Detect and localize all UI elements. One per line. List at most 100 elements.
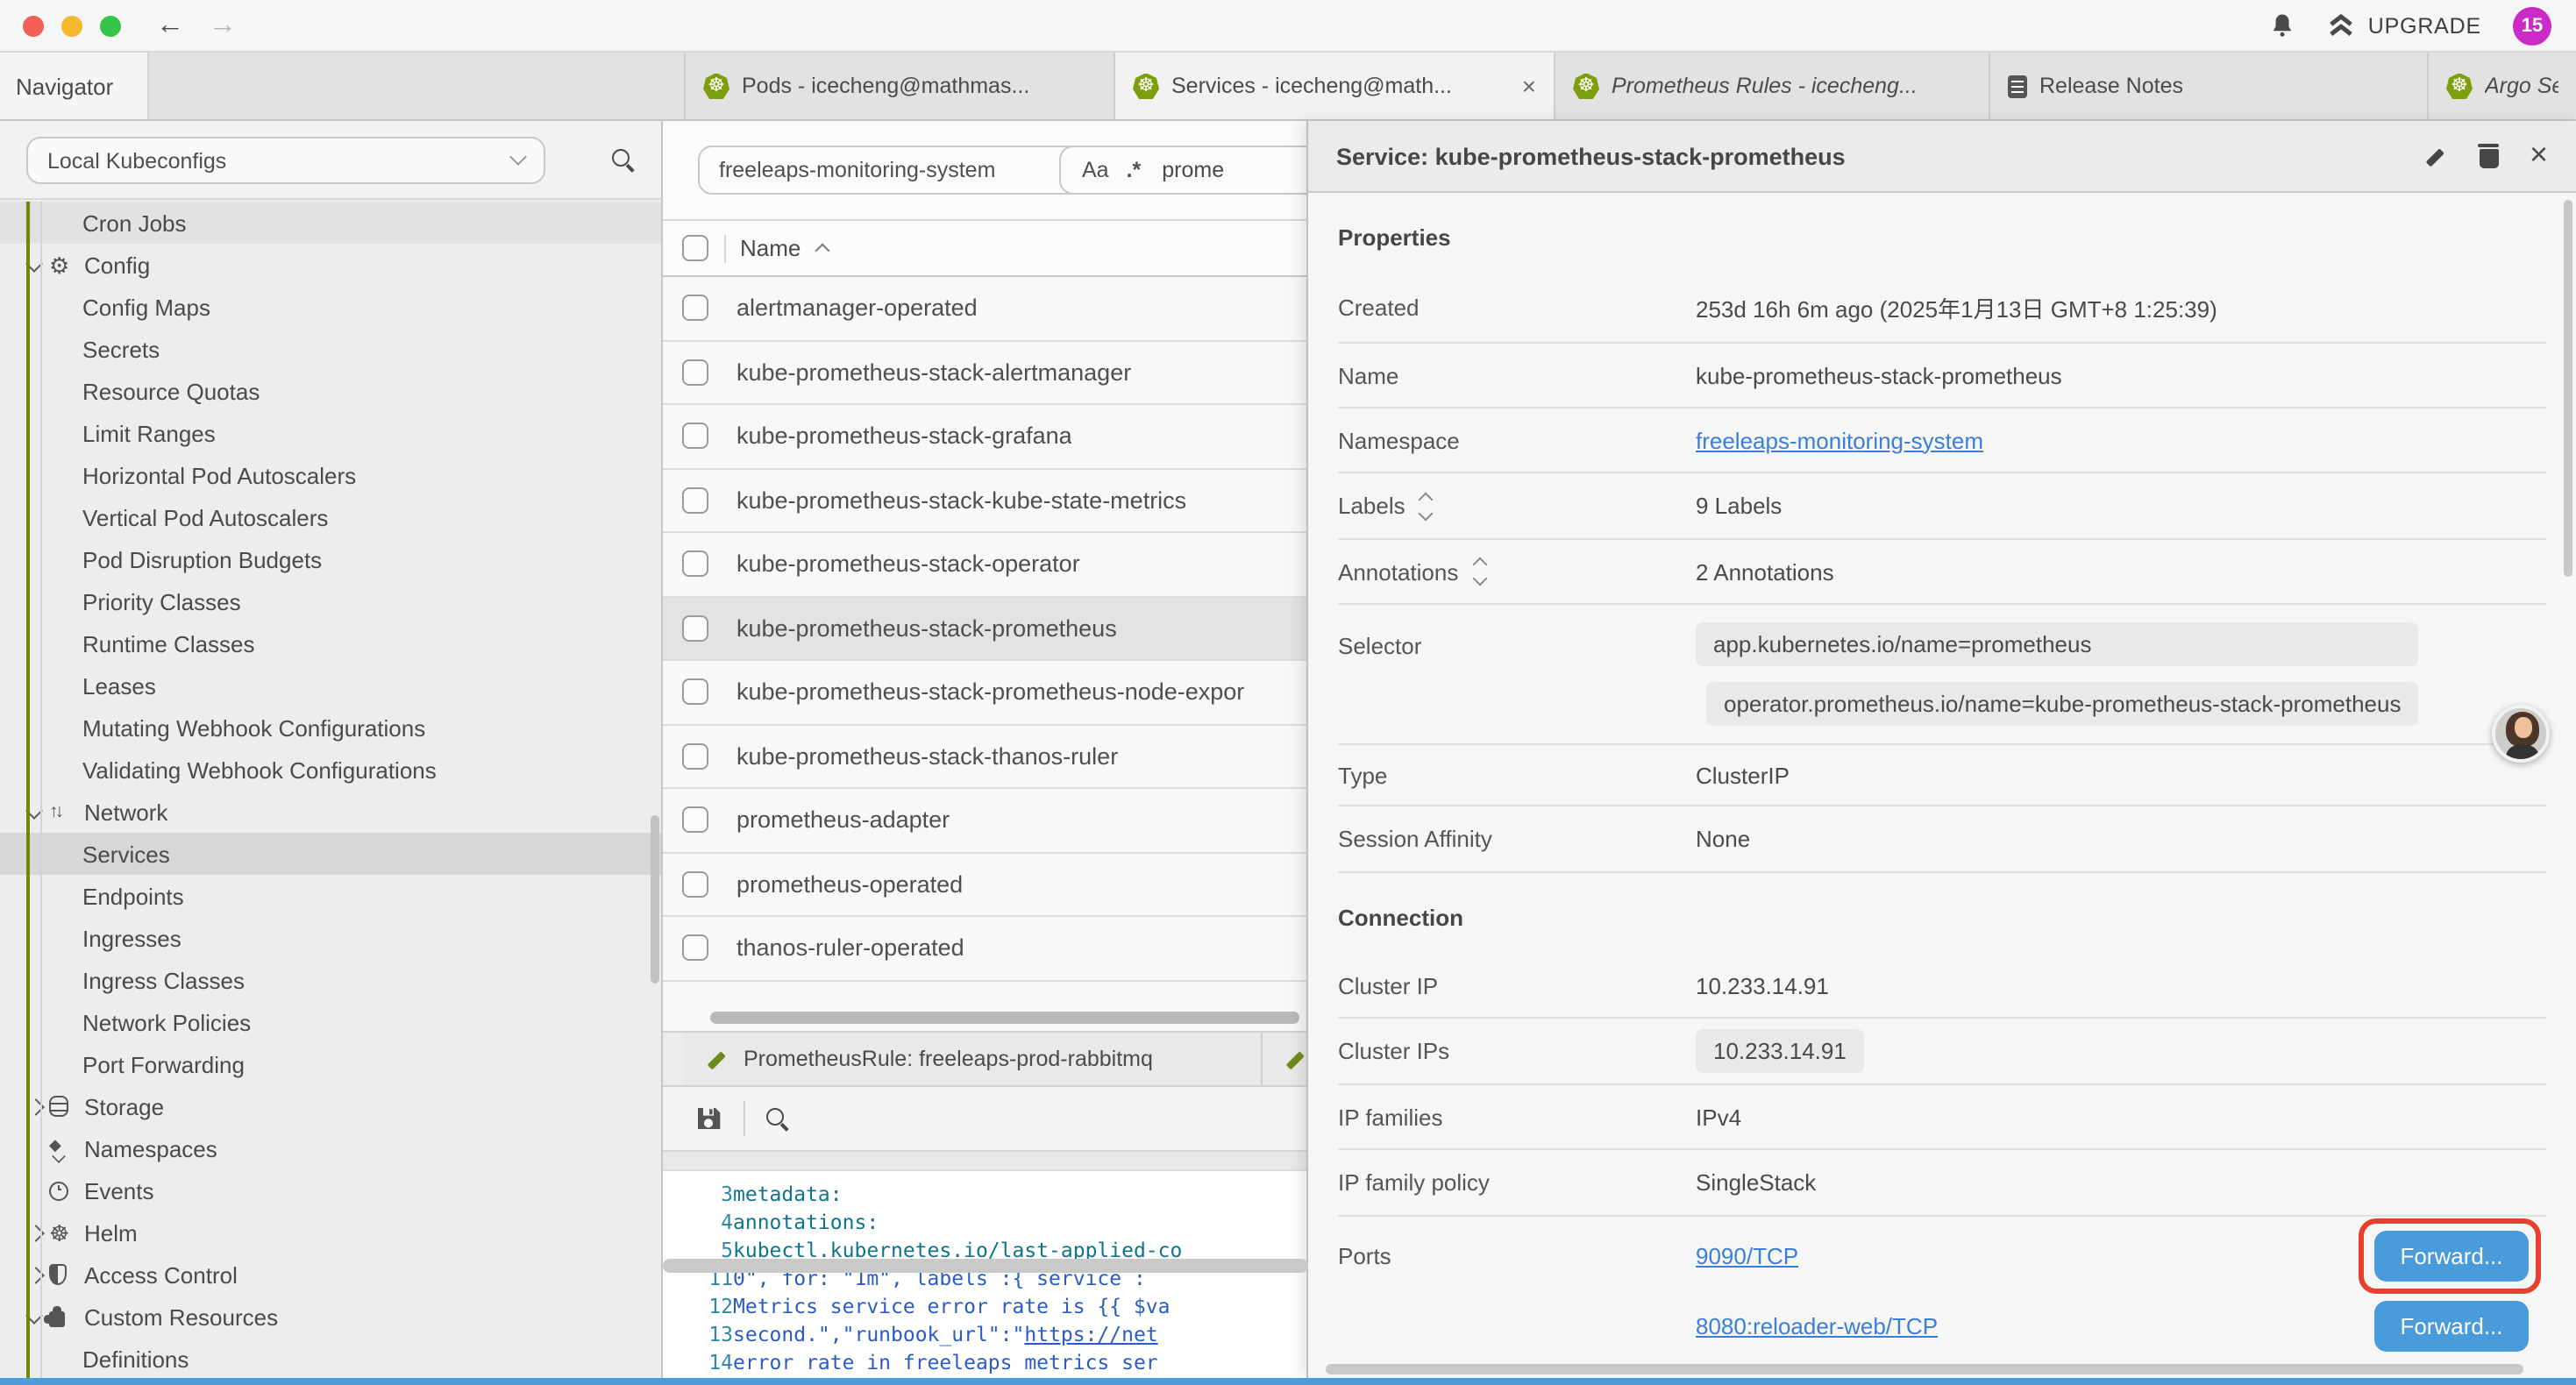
row-checkbox[interactable] [682,935,708,962]
notifications-bell-icon[interactable] [2270,12,2296,39]
row-checkbox[interactable] [682,743,708,770]
table-row[interactable]: prometheus-operated [663,853,1308,917]
sidebar-item[interactable]: Access Control [0,1254,661,1296]
sidebar-search-icon[interactable] [612,149,635,172]
table-horizontal-scrollbar[interactable] [710,1012,1299,1024]
row-checkbox[interactable] [682,551,708,578]
sidebar-item[interactable]: Port Forwarding [0,1043,661,1085]
tree-chevron-icon[interactable] [25,1266,49,1283]
editor-tab[interactable]: PrometheusRule: freeleaps-prod-rabbitmq [684,1033,1263,1085]
sidebar-item[interactable]: Resource Quotas [0,370,661,412]
edit-icon[interactable] [2424,144,2449,168]
window-close-button[interactable] [23,15,44,36]
forward-button[interactable]: → [209,11,237,39]
row-checkbox[interactable] [682,615,708,642]
tab[interactable]: Argo Se [2429,53,2576,119]
sidebar-item[interactable]: Ingress Classes [0,959,661,1001]
tree-chevron-icon[interactable] [25,256,49,273]
table-row[interactable]: kube-prometheus-stack-operator [663,533,1308,597]
table-row[interactable]: kube-prometheus-stack-kube-state-metrics [663,469,1308,533]
sidebar-item[interactable]: Vertical Pod Autoscalers [0,496,661,538]
sidebar-item[interactable]: Mutating Webhook Configurations [0,707,661,749]
table-row[interactable]: prometheus-adapter [663,789,1308,853]
sidebar-item[interactable]: Secrets [0,328,661,370]
sidebar-item[interactable]: Definitions [0,1338,661,1378]
row-checkbox[interactable] [682,423,708,450]
expand-collapse-icon[interactable] [1474,559,1484,584]
table-row[interactable]: thanos-ruler-operated [663,917,1308,981]
sidebar-item[interactable]: Config Maps [0,286,661,328]
sidebar-item[interactable]: Leases [0,664,661,707]
sidebar-item[interactable]: Horizontal Pod Autoscalers [0,454,661,496]
save-icon[interactable] [694,1104,722,1133]
sidebar-item[interactable]: Priority Classes [0,580,661,622]
sidebar-item[interactable]: Namespaces [0,1127,661,1169]
drawer-horizontal-scrollbar[interactable] [1326,1364,2523,1374]
tab-close-icon[interactable] [1522,72,1536,100]
editor-tab[interactable]: C [1263,1033,1308,1085]
sidebar-item[interactable]: Helm [0,1211,661,1254]
port-link[interactable]: 8080:reloader-web/TCP [1696,1312,1938,1339]
sidebar-item[interactable]: Endpoints [0,875,661,917]
forward-button[interactable]: Forward... [2374,1230,2529,1281]
column-header-name[interactable]: Name [740,235,827,261]
table-row[interactable]: kube-prometheus-stack-prometheus [663,597,1308,661]
sidebar-item[interactable]: Pod Disruption Budgets [0,538,661,580]
row-checkbox[interactable] [682,487,708,514]
tree-chevron-icon[interactable] [25,1224,49,1241]
sidebar-item[interactable]: Storage [0,1085,661,1127]
tree-chevron-icon[interactable] [25,1097,49,1115]
sidebar-item[interactable]: Ingresses [0,917,661,959]
table-row[interactable]: kube-prometheus-stack-thanos-ruler [663,725,1308,789]
tab[interactable]: Prometheus Rules - icecheng... [1555,53,1990,119]
sidebar-item[interactable]: Network [0,791,661,833]
select-all-checkbox[interactable] [682,235,708,261]
upgrade-button[interactable]: UPGRADE [2328,12,2481,39]
row-checkbox[interactable] [682,679,708,706]
sidebar-item[interactable]: Runtime Classes [0,622,661,664]
namespace-selector[interactable]: freeleaps-monitoring-system [698,146,1115,195]
sidebar-item[interactable]: Custom Resources [0,1296,661,1338]
code-link[interactable]: https://net [1024,1322,1157,1346]
sidebar-item[interactable]: Config [0,244,661,286]
assistant-avatar[interactable] [2492,705,2550,763]
port-link[interactable]: 9090/TCP [1696,1242,1798,1268]
window-minimize-button[interactable] [61,15,82,36]
tab[interactable]: Release Notes [1990,53,2429,119]
table-row[interactable]: alertmanager-operated [663,277,1308,341]
row-checkbox[interactable] [682,871,708,898]
expand-collapse-icon[interactable] [1421,494,1432,518]
table-row[interactable]: kube-prometheus-stack-alertmanager [663,341,1308,405]
sidebar-item[interactable]: Limit Ranges [0,412,661,454]
sidebar-item[interactable]: Network Policies [0,1001,661,1043]
regex-toggle[interactable]: .* [1127,158,1142,182]
editor-horizontal-scrollbar[interactable] [663,1259,1308,1273]
filter-input[interactable] [1158,156,1263,184]
navigator-tab[interactable]: Navigator [0,53,149,119]
profile-badge[interactable]: 15 [2513,6,2551,45]
tab[interactable]: Pods - icecheng@mathmas... [686,53,1115,119]
close-icon[interactable] [2530,138,2548,174]
sidebar-item[interactable]: Cron Jobs [0,202,661,244]
table-row[interactable]: kube-prometheus-stack-prometheus-node-ex… [663,661,1308,725]
tab[interactable]: Services - icecheng@math... [1115,53,1555,119]
yaml-editor[interactable]: 3 metadata: 4 annotations: 5 kubectl.kub… [663,1171,1308,1378]
delete-icon[interactable] [2479,144,2500,168]
kubeconfig-selector[interactable]: Local Kubeconfigs [26,137,545,184]
tree-chevron-icon[interactable] [25,803,49,820]
window-zoom-button[interactable] [100,15,121,36]
forward-button[interactable]: Forward... [2374,1300,2529,1351]
row-checkbox[interactable] [682,359,708,386]
namespace-link[interactable]: freeleaps-monitoring-system [1696,427,1983,453]
editor-search-icon[interactable] [766,1107,789,1130]
drawer-vertical-scrollbar[interactable] [2564,200,2572,577]
sidebar-item[interactable]: Services [0,833,661,875]
sidebar-scrollbar[interactable] [651,815,659,984]
case-sensitive-toggle[interactable]: Aa [1082,158,1109,182]
back-button[interactable]: ← [156,11,184,39]
row-checkbox[interactable] [682,807,708,834]
sidebar-item[interactable]: Validating Webhook Configurations [0,749,661,791]
table-row[interactable]: kube-prometheus-stack-grafana [663,405,1308,469]
row-checkbox[interactable] [682,295,708,322]
sidebar-item[interactable]: Events [0,1169,661,1211]
